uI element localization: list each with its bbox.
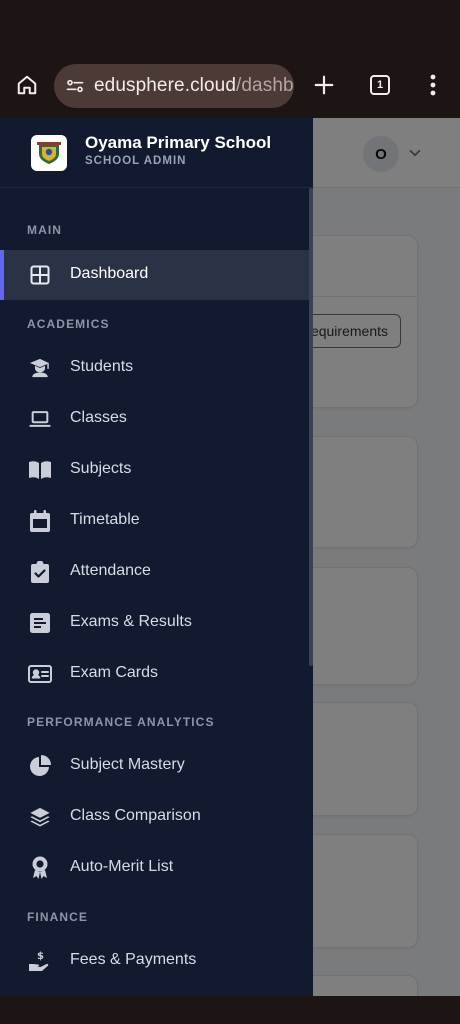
status-bar [0, 0, 460, 52]
hand-money-icon: $ [28, 949, 52, 973]
browser-menu-button[interactable] [420, 68, 446, 102]
user-role: SCHOOL ADMIN [85, 155, 187, 167]
sidebar-item-fees-payments[interactable]: $ Fees & Payments [0, 936, 313, 986]
sidebar-item-classes[interactable]: Classes [0, 394, 313, 444]
sidebar-item-label: Dashboard [70, 265, 149, 282]
sidebar-item-label: Timetable [70, 511, 140, 528]
sidebar-item-label: Fees & Payments [70, 951, 197, 968]
svg-text:$: $ [37, 951, 44, 962]
sidebar-item-label: Class Comparison [70, 807, 201, 824]
sidebar-item-auto-merit-list[interactable]: Auto-Merit List [0, 843, 313, 893]
id-card-icon [28, 662, 52, 686]
sidebar-item-label: Attendance [70, 562, 151, 579]
school-name: Oyama Primary School [85, 133, 272, 152]
tab-switcher-button[interactable]: 1 [364, 69, 396, 101]
layers-icon [28, 805, 52, 829]
site-settings-icon[interactable] [62, 73, 88, 99]
sidebar-item-subject-mastery[interactable]: Subject Mastery [0, 741, 313, 791]
section-label-main: MAIN [27, 223, 63, 237]
sidebar-drawer: Oyama Primary School SCHOOL ADMIN MAIN D… [0, 118, 313, 996]
sidebar-item-exams-results[interactable]: Exams & Results [0, 598, 313, 648]
clipboard-check-icon [28, 560, 52, 584]
tab-count: 1 [370, 75, 390, 95]
section-label-performance-analytics: PERFORMANCE ANALYTICS [27, 715, 215, 729]
new-tab-button[interactable] [308, 68, 340, 102]
open-book-icon [28, 458, 52, 482]
sidebar-item-label: Auto-Merit List [70, 858, 174, 875]
pie-chart-icon [28, 754, 52, 778]
school-crest-icon [37, 142, 61, 164]
laptop-icon [28, 407, 52, 431]
home-icon [17, 75, 37, 95]
address-bar[interactable]: edusphere.cloud/dashbo [54, 64, 294, 108]
home-button[interactable] [10, 68, 44, 102]
sidebar-item-exam-cards[interactable]: Exam Cards [0, 649, 313, 699]
calendar-icon [28, 509, 52, 533]
sidebar-item-dashboard[interactable]: Dashboard [0, 250, 313, 300]
url-text: edusphere.cloud/dashbo [94, 75, 294, 97]
section-label-academics: ACADEMICS [27, 317, 110, 331]
plus-icon [314, 75, 334, 95]
award-icon [28, 856, 52, 880]
drawer-header: Oyama Primary School SCHOOL ADMIN [0, 118, 313, 188]
system-nav-bar [0, 996, 460, 1024]
sidebar-item-label: Exam Cards [70, 664, 159, 681]
school-logo [31, 135, 67, 171]
sidebar-item-timetable[interactable]: Timetable [0, 496, 313, 546]
sidebar-item-label: Classes [70, 409, 127, 426]
sidebar-item-attendance[interactable]: Attendance [0, 547, 313, 597]
url-host: edusphere.cloud [94, 75, 236, 96]
browser-toolbar: edusphere.cloud/dashbo 1 [0, 52, 460, 118]
sidebar-item-label: Subject Mastery [70, 756, 185, 773]
dashboard-icon [28, 263, 52, 287]
sidebar-item-subjects[interactable]: Subjects [0, 445, 313, 495]
sidebar-item-label: Subjects [70, 460, 132, 477]
sidebar-item-label: Students [70, 358, 134, 375]
url-path: /dashbo [236, 75, 294, 96]
more-vert-icon [430, 74, 436, 96]
drawer-scrollbar[interactable] [309, 188, 313, 666]
sidebar-item-class-comparison[interactable]: Class Comparison [0, 792, 313, 842]
section-label-finance: FINANCE [27, 910, 89, 924]
sidebar-item-label: Exams & Results [70, 613, 192, 630]
document-list-icon [28, 611, 52, 635]
graduate-icon [28, 356, 52, 380]
sidebar-item-students[interactable]: Students [0, 343, 313, 393]
